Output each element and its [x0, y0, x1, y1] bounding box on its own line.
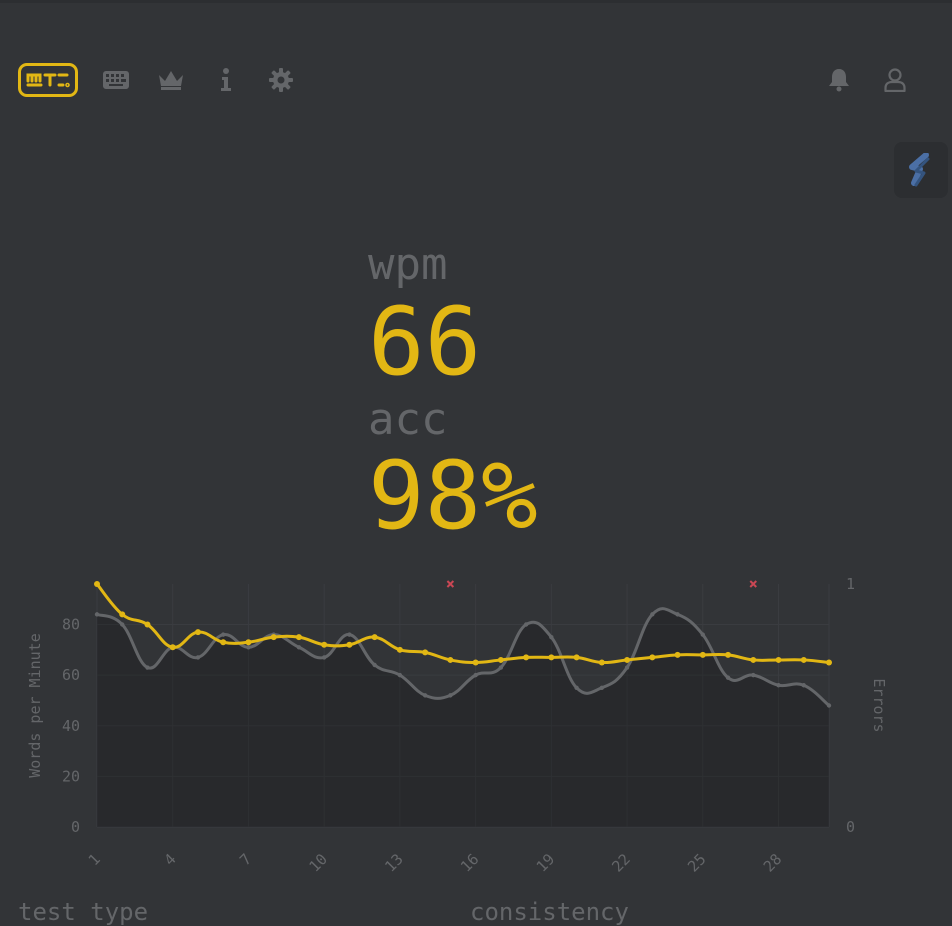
- y-tick-label: 0: [71, 818, 80, 836]
- x-tick-label: 1: [85, 850, 104, 869]
- y-tick-label: 20: [62, 767, 80, 785]
- raw-point: [120, 622, 125, 627]
- wpm-point: [220, 639, 227, 646]
- x-tick-label: 10: [306, 850, 332, 876]
- wpm-point: [800, 656, 807, 663]
- wpm-chart[interactable]: 020406080011 4 7 10 13 16 19 22 25 28Words per Mi…: [0, 570, 952, 890]
- wpm-point: [699, 651, 706, 658]
- raw-point: [549, 634, 554, 640]
- top-nav-right: [822, 62, 912, 98]
- wpm-point: [422, 649, 429, 656]
- info-icon[interactable]: [209, 63, 243, 97]
- bolt-icon: [909, 153, 930, 187]
- x-tick-label: 22: [608, 850, 634, 876]
- raw-point: [347, 632, 352, 637]
- wpm-point: [94, 581, 100, 587]
- top-nav-left: [18, 62, 298, 98]
- raw-point: [372, 662, 377, 668]
- error-mark: [749, 580, 757, 588]
- wpm-point: [598, 659, 605, 666]
- wpm-point: [497, 656, 504, 663]
- user-icon[interactable]: [878, 63, 912, 97]
- error-mark: [446, 580, 455, 588]
- raw-point: [246, 645, 251, 650]
- raw-point: [195, 655, 201, 660]
- top-border: [0, 0, 952, 3]
- raw-point: [523, 622, 529, 627]
- raw-point: [574, 685, 579, 690]
- wpm-point: [775, 656, 782, 663]
- wpm-point: [750, 656, 757, 663]
- test-type-label: test type: [18, 898, 149, 926]
- raw-point: [448, 693, 453, 698]
- bell-icon[interactable]: [822, 63, 856, 97]
- crown-icon[interactable]: [154, 63, 188, 97]
- raw-point: [94, 612, 100, 617]
- acc-value[interactable]: 98%: [368, 450, 538, 544]
- y2-tick-label: 1: [846, 575, 855, 593]
- raw-point: [422, 693, 428, 698]
- wpm-point: [447, 656, 454, 663]
- wpm-point: [295, 634, 302, 641]
- acc-label: acc: [368, 394, 448, 445]
- y-tick-label: 60: [62, 666, 80, 684]
- x-tick-label: 19: [533, 850, 559, 876]
- raw-point: [801, 683, 806, 688]
- wpm-point: [346, 641, 353, 648]
- logo-icon[interactable]: [18, 63, 78, 97]
- raw-point: [296, 645, 302, 650]
- raw-point: [675, 612, 680, 617]
- raw-point: [221, 632, 226, 637]
- y-axis-title: Words per Minute: [26, 633, 44, 778]
- wpm-point: [725, 651, 732, 658]
- raw-point: [473, 672, 478, 678]
- raw-point: [700, 632, 705, 637]
- raw-point: [397, 672, 403, 678]
- x-tick-label: 13: [381, 850, 407, 876]
- consistency-label: consistency: [470, 898, 629, 926]
- y2-axis-title: Errors: [870, 678, 888, 732]
- raw-point: [650, 612, 655, 617]
- keyboard-icon[interactable]: [99, 63, 133, 97]
- wpm-point: [321, 641, 328, 648]
- wpm-point: [245, 639, 252, 646]
- y2-tick-label: 0: [846, 818, 855, 836]
- x-tick-label: 4: [160, 850, 179, 869]
- raw-point: [725, 675, 731, 680]
- raw-point: [624, 665, 630, 670]
- raw-point: [145, 665, 150, 670]
- wpm-point: [624, 656, 631, 663]
- wpm-point: [674, 651, 681, 658]
- wpm-point: [119, 611, 126, 618]
- raw-area: [97, 608, 829, 827]
- wpm-point: [649, 654, 656, 661]
- raw-point: [826, 703, 832, 708]
- raw-point: [321, 655, 327, 660]
- wpm-label: wpm: [368, 239, 448, 290]
- wpm-point: [371, 634, 378, 641]
- wpm-point: [396, 646, 403, 653]
- wpm-point: [523, 654, 530, 661]
- y-tick-label: 40: [62, 717, 80, 735]
- x-tick-label: 25: [684, 850, 710, 876]
- x-tick-label: 16: [457, 850, 483, 876]
- side-extension-button[interactable]: [894, 142, 948, 198]
- raw-point: [498, 665, 504, 670]
- wpm-value[interactable]: 66: [368, 296, 481, 390]
- wpm-point: [472, 659, 479, 666]
- gear-icon[interactable]: [264, 63, 298, 97]
- raw-point: [751, 672, 756, 678]
- y-tick-label: 80: [62, 616, 80, 634]
- x-tick-label: 28: [760, 850, 786, 876]
- wpm-point: [270, 634, 277, 641]
- wpm-point: [194, 629, 201, 636]
- wpm-point: [169, 644, 176, 651]
- raw-point: [599, 685, 605, 690]
- wpm-point: [548, 654, 555, 661]
- wpm-point: [144, 621, 151, 628]
- wpm-point: [573, 654, 580, 661]
- raw-point: [776, 683, 781, 688]
- wpm-point: [826, 659, 832, 666]
- x-tick-label: 7: [236, 850, 255, 869]
